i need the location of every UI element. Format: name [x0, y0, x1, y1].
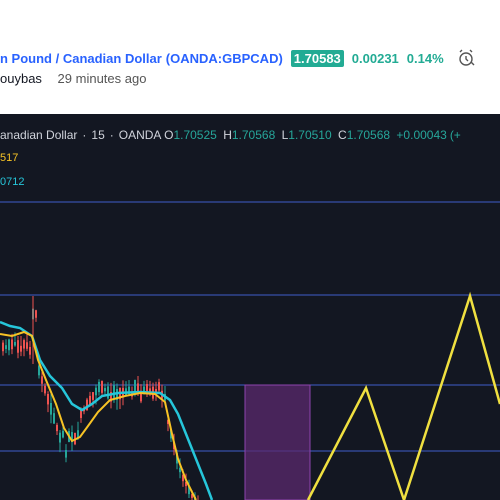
candle-body — [5, 345, 7, 349]
legend-exchange: OANDA — [118, 128, 161, 142]
candle-body — [44, 385, 46, 394]
zigzag-projection — [306, 291, 500, 500]
candle-body — [113, 385, 115, 398]
candle-body — [149, 388, 151, 392]
candle-body — [107, 386, 109, 399]
pair-title-link[interactable]: n Pound / Canadian Dollar — [0, 51, 162, 66]
candle-body — [41, 376, 43, 384]
chart-legend: anadian Dollar · 15 · OANDA O1.70525 H1.7056… — [0, 128, 461, 142]
candle-body — [50, 403, 52, 415]
candle-body — [56, 424, 58, 432]
candle-body — [47, 393, 49, 405]
candle-body — [53, 413, 55, 424]
legend-high-label: H — [223, 128, 232, 142]
candle-body — [104, 388, 106, 392]
candle-body — [62, 430, 64, 438]
price-change: 0.00231 — [351, 50, 399, 66]
legend-open-value: 1.70525 — [173, 128, 217, 142]
price-badge: 1.70583 — [290, 49, 344, 67]
candle-body — [146, 384, 148, 392]
candle-body — [20, 345, 22, 352]
candle-body — [134, 379, 136, 393]
candle-body — [101, 381, 103, 393]
symbol-link[interactable]: (OANDA:GBPCAD) — [166, 51, 283, 66]
ma-yellow-line — [0, 330, 197, 500]
candle-body — [35, 310, 37, 318]
legend-interval: 15 — [91, 128, 105, 142]
publish-time: 29 minutes ago — [57, 71, 147, 86]
highlight-zone — [244, 384, 311, 500]
candle-body — [98, 381, 100, 393]
candle-body — [11, 339, 13, 350]
candle-body — [38, 365, 40, 376]
ma-cyan-value: 0712 — [0, 176, 25, 188]
author-name[interactable]: ouybas — [0, 71, 42, 86]
candle-body — [158, 382, 160, 391]
legend-high-value: 1.70568 — [231, 128, 276, 142]
idea-header: n Pound / Canadian Dollar (OANDA:GBPCAD)… — [0, 0, 500, 110]
candle-body — [2, 342, 4, 352]
symbol-title-row: n Pound / Canadian Dollar (OANDA:GBPCAD)… — [0, 47, 476, 69]
candle-body — [26, 342, 28, 349]
alarm-clock-icon[interactable] — [456, 48, 476, 68]
legend-change-trail: (+ — [449, 128, 461, 142]
candle-body — [23, 340, 25, 349]
price-change-percent: 0.14% — [406, 50, 444, 66]
candle-body — [29, 346, 31, 355]
candle-body — [17, 340, 19, 353]
candle-body — [14, 342, 16, 346]
candle-body — [92, 392, 94, 400]
candle-body — [65, 450, 67, 458]
legend-close-label: C — [338, 128, 347, 142]
legend-close-value: 1.70568 — [346, 128, 391, 142]
idea-meta-row: ouybas 29 minutes ago — [0, 71, 146, 86]
legend-change: +0.00043 — [396, 128, 447, 142]
ma-yellow-value: 517 — [0, 152, 19, 164]
candle-body — [59, 432, 61, 443]
chart-plot[interactable] — [0, 114, 500, 500]
candle-body — [95, 387, 97, 396]
candle-body — [8, 339, 10, 351]
legend-title: anadian Dollar — [0, 128, 78, 142]
legend-low-value: 1.70510 — [288, 128, 332, 142]
